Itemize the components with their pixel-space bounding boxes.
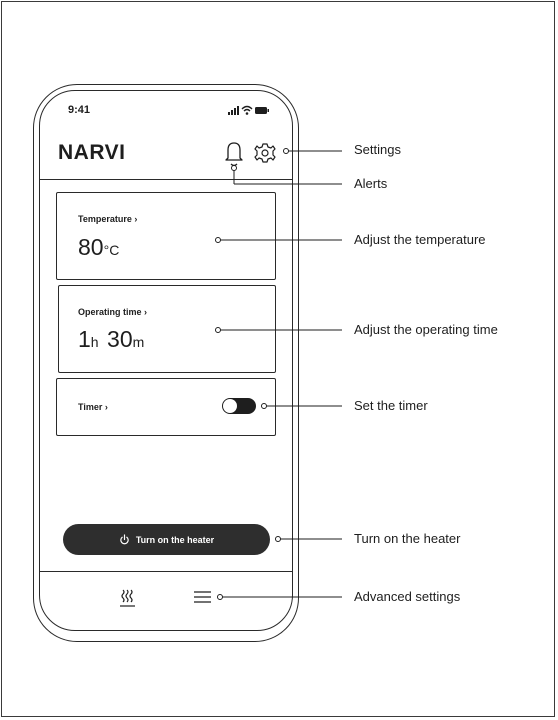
battery-icon [255, 107, 269, 114]
temperature-label: Temperature › [78, 214, 138, 224]
timer-toggle[interactable] [222, 398, 256, 414]
status-icons [228, 105, 269, 115]
app-brand-logo: NARVI [58, 141, 126, 164]
heater-button-label: Turn on the heater [135, 534, 215, 545]
status-time: 9:41 [68, 104, 91, 116]
hours-number: 1 [78, 326, 91, 352]
temperature-unit: °C [103, 242, 120, 258]
bottom-nav-divider [39, 571, 293, 572]
hours-unit: h [90, 334, 99, 350]
callout-settings: Settings [354, 142, 401, 157]
callout-operating-time: Adjust the operating time [354, 322, 498, 337]
toggle-knob [223, 399, 237, 413]
operating-time-value: 1h 30m [78, 326, 144, 353]
temperature-number: 80 [78, 234, 104, 260]
timer-label[interactable]: Timer › [78, 402, 108, 412]
header-divider [39, 179, 293, 180]
callout-timer: Set the timer [354, 398, 428, 413]
callout-heater: Turn on the heater [354, 531, 461, 546]
operating-time-label: Operating time › [78, 307, 148, 317]
callout-advanced-settings: Advanced settings [354, 589, 461, 604]
minutes-unit: m [132, 334, 145, 350]
wifi-icon [241, 105, 253, 115]
turn-on-heater-button[interactable]: Turn on the heater [63, 524, 270, 555]
power-icon [120, 534, 129, 545]
minutes-number: 30 [107, 326, 133, 352]
callout-temperature: Adjust the temperature [354, 232, 486, 247]
signal-icon [228, 106, 239, 115]
callout-alerts: Alerts [354, 176, 388, 191]
temperature-value: 80°C [78, 234, 119, 261]
